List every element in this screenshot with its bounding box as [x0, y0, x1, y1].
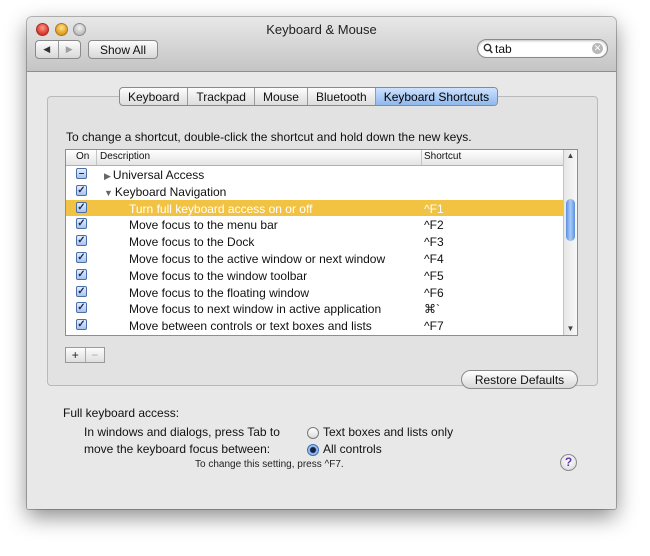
enabled-checkbox[interactable]: ✓ — [76, 302, 87, 314]
search-input-value[interactable]: tab — [495, 42, 512, 56]
shortcuts-table: On Description Shortcut – ▶ Universal Acce… — [65, 149, 578, 336]
row-shortcut[interactable]: ^F3 — [424, 235, 444, 249]
row-description: Move focus to next window in active appl… — [129, 302, 381, 316]
row-shortcut[interactable]: ^F1 — [424, 202, 444, 216]
remove-shortcut-button[interactable]: − — [84, 348, 105, 362]
preferences-content: Keyboard Trackpad Mouse Bluetooth Keyboa… — [27, 72, 616, 509]
row-description: Move focus to the menu bar — [129, 218, 278, 232]
tab-trackpad[interactable]: Trackpad — [187, 88, 254, 105]
tab-bluetooth[interactable]: Bluetooth — [306, 88, 375, 105]
disclosure-collapsed-icon[interactable]: ▶ — [104, 171, 111, 182]
add-remove-control: + − — [65, 347, 105, 363]
enabled-checkbox[interactable]: ✓ — [76, 184, 87, 196]
tab-mouse[interactable]: Mouse — [253, 88, 307, 105]
row-description-text: Turn full keyboard access on or off — [129, 201, 313, 216]
row-description: Move focus to the floating window — [129, 286, 309, 300]
hint-text: To change this setting, press ^F7. — [195, 459, 344, 470]
back-arrow-icon: ◀ — [43, 44, 51, 54]
row-shortcut[interactable]: ⌘` — [424, 302, 440, 316]
table-row[interactable]: ✓ Move focus to next window in active app… — [66, 300, 564, 317]
table-header: On Description Shortcut — [66, 150, 564, 166]
enabled-checkbox[interactable]: ✓ — [76, 319, 87, 331]
tab-bar: Keyboard Trackpad Mouse Bluetooth Keyboa… — [119, 87, 499, 106]
row-description: ▶ Universal Access — [104, 168, 204, 182]
table-row[interactable]: ✓ Move focus to the floating window ^F6 — [66, 284, 564, 301]
clear-search-icon[interactable]: ✕ — [592, 43, 603, 54]
row-shortcut[interactable]: ^F5 — [424, 269, 444, 283]
row-description-text: Move focus to the floating window — [129, 285, 310, 300]
column-header-shortcut[interactable]: Shortcut — [424, 151, 461, 162]
add-shortcut-button[interactable]: + — [66, 348, 85, 362]
forward-button[interactable]: ▶ — [57, 41, 81, 58]
search-field[interactable]: tab ✕ — [477, 39, 608, 58]
table-row[interactable]: ✓ Move focus to the menu bar ^F2 — [66, 216, 564, 233]
row-description: ▼ Keyboard Navigation — [104, 185, 226, 199]
row-description-text: Move focus to the menu bar — [129, 218, 278, 233]
row-description-text: Move focus to the active window or next … — [129, 252, 386, 266]
table-row[interactable]: ✓ Turn full keyboard access on or off ^F1 — [66, 199, 564, 217]
column-header-on[interactable]: On — [76, 151, 89, 162]
enabled-checkbox[interactable]: ✓ — [76, 268, 87, 280]
row-shortcut[interactable]: ^F4 — [424, 252, 444, 266]
table-body: – ▶ Universal Access ✓ ▼ Keyboard Navigation ✓… — [66, 166, 564, 335]
row-description-text: Universal Access — [112, 168, 205, 182]
enabled-checkbox[interactable]: ✓ — [76, 235, 87, 247]
row-description: Turn full keyboard access on or off — [129, 202, 312, 216]
column-header-description[interactable]: Description — [100, 151, 150, 162]
tab-keyboard[interactable]: Keyboard — [120, 88, 187, 105]
mixed-checkbox[interactable]: – — [76, 168, 87, 179]
row-description: Move between controls or text boxes and … — [129, 319, 372, 333]
row-description-text: Keyboard Navigation — [114, 184, 227, 199]
tab-keyboard-shortcuts[interactable]: Keyboard Shortcuts — [374, 88, 498, 105]
radio-text-boxes-lists-only[interactable] — [307, 427, 319, 439]
row-description-text: Move focus to the Dock — [129, 235, 255, 250]
description-line-2: move the keyboard focus between: — [84, 442, 271, 456]
table-row[interactable]: ✓ ▼ Keyboard Navigation — [66, 183, 564, 200]
table-row[interactable]: ✓ Move between controls or text boxes and… — [66, 317, 564, 334]
back-button[interactable]: ◀ — [36, 41, 58, 58]
row-shortcut[interactable]: ^F6 — [424, 286, 444, 300]
help-button[interactable]: ? — [560, 454, 577, 471]
scrollbar-thumb[interactable] — [566, 199, 575, 241]
row-description-text: Move focus to next window in active appl… — [129, 302, 382, 317]
radio-label-all-controls[interactable]: All controls — [323, 442, 382, 456]
table-row[interactable]: ✓ Move focus to the active window or next… — [66, 250, 564, 267]
keyboard-mouse-window: Keyboard & Mouse ◀ ▶ Show All tab ✕ Keyb… — [27, 17, 616, 509]
column-divider — [96, 150, 97, 165]
column-divider — [421, 150, 422, 165]
search-icon — [483, 43, 493, 54]
row-shortcut[interactable]: ^F2 — [424, 218, 444, 232]
enabled-checkbox[interactable]: ✓ — [76, 201, 87, 213]
instructions-text: To change a shortcut, double-click the s… — [66, 130, 472, 144]
full-keyboard-access-description: In windows and dialogs, press Tab to mov… — [84, 424, 280, 458]
enabled-checkbox[interactable]: ✓ — [76, 285, 87, 297]
row-description-text: Move between controls or text boxes and … — [129, 319, 372, 334]
row-description-text: Move focus to the window toolbar — [129, 268, 308, 283]
vertical-scrollbar[interactable]: ▲ ▼ — [563, 150, 577, 335]
window-title: Keyboard & Mouse — [266, 22, 377, 37]
row-shortcut[interactable]: ^F7 — [424, 319, 444, 333]
titlebar: Keyboard & Mouse ◀ ▶ Show All tab ✕ — [27, 17, 616, 72]
forward-arrow-icon: ▶ — [65, 44, 73, 54]
table-row[interactable]: ✓ Move focus to the Dock ^F3 — [66, 233, 564, 250]
scroll-down-arrow-icon[interactable]: ▼ — [564, 323, 577, 335]
radio-label-text-boxes-lists-only[interactable]: Text boxes and lists only — [323, 425, 453, 439]
radio-all-controls[interactable] — [307, 444, 319, 456]
description-line-1: In windows and dialogs, press Tab to — [84, 425, 280, 439]
row-description: Move focus to the Dock — [129, 235, 254, 249]
row-description: Move focus to the window toolbar — [129, 269, 307, 283]
scroll-up-arrow-icon[interactable]: ▲ — [564, 150, 577, 162]
full-keyboard-access-label: Full keyboard access: — [63, 406, 180, 420]
table-row[interactable]: ✓ Move focus to the window toolbar ^F5 — [66, 267, 564, 284]
show-all-button[interactable]: Show All — [88, 40, 158, 59]
table-row[interactable]: – ▶ Universal Access — [66, 166, 564, 183]
row-description: Move focus to the active window or next … — [129, 252, 385, 266]
disclosure-expanded-icon[interactable]: ▼ — [104, 188, 113, 198]
restore-defaults-button[interactable]: Restore Defaults — [461, 370, 578, 389]
enabled-checkbox[interactable]: ✓ — [76, 218, 87, 230]
back-forward-control: ◀ ▶ — [35, 40, 81, 59]
enabled-checkbox[interactable]: ✓ — [76, 252, 87, 263]
